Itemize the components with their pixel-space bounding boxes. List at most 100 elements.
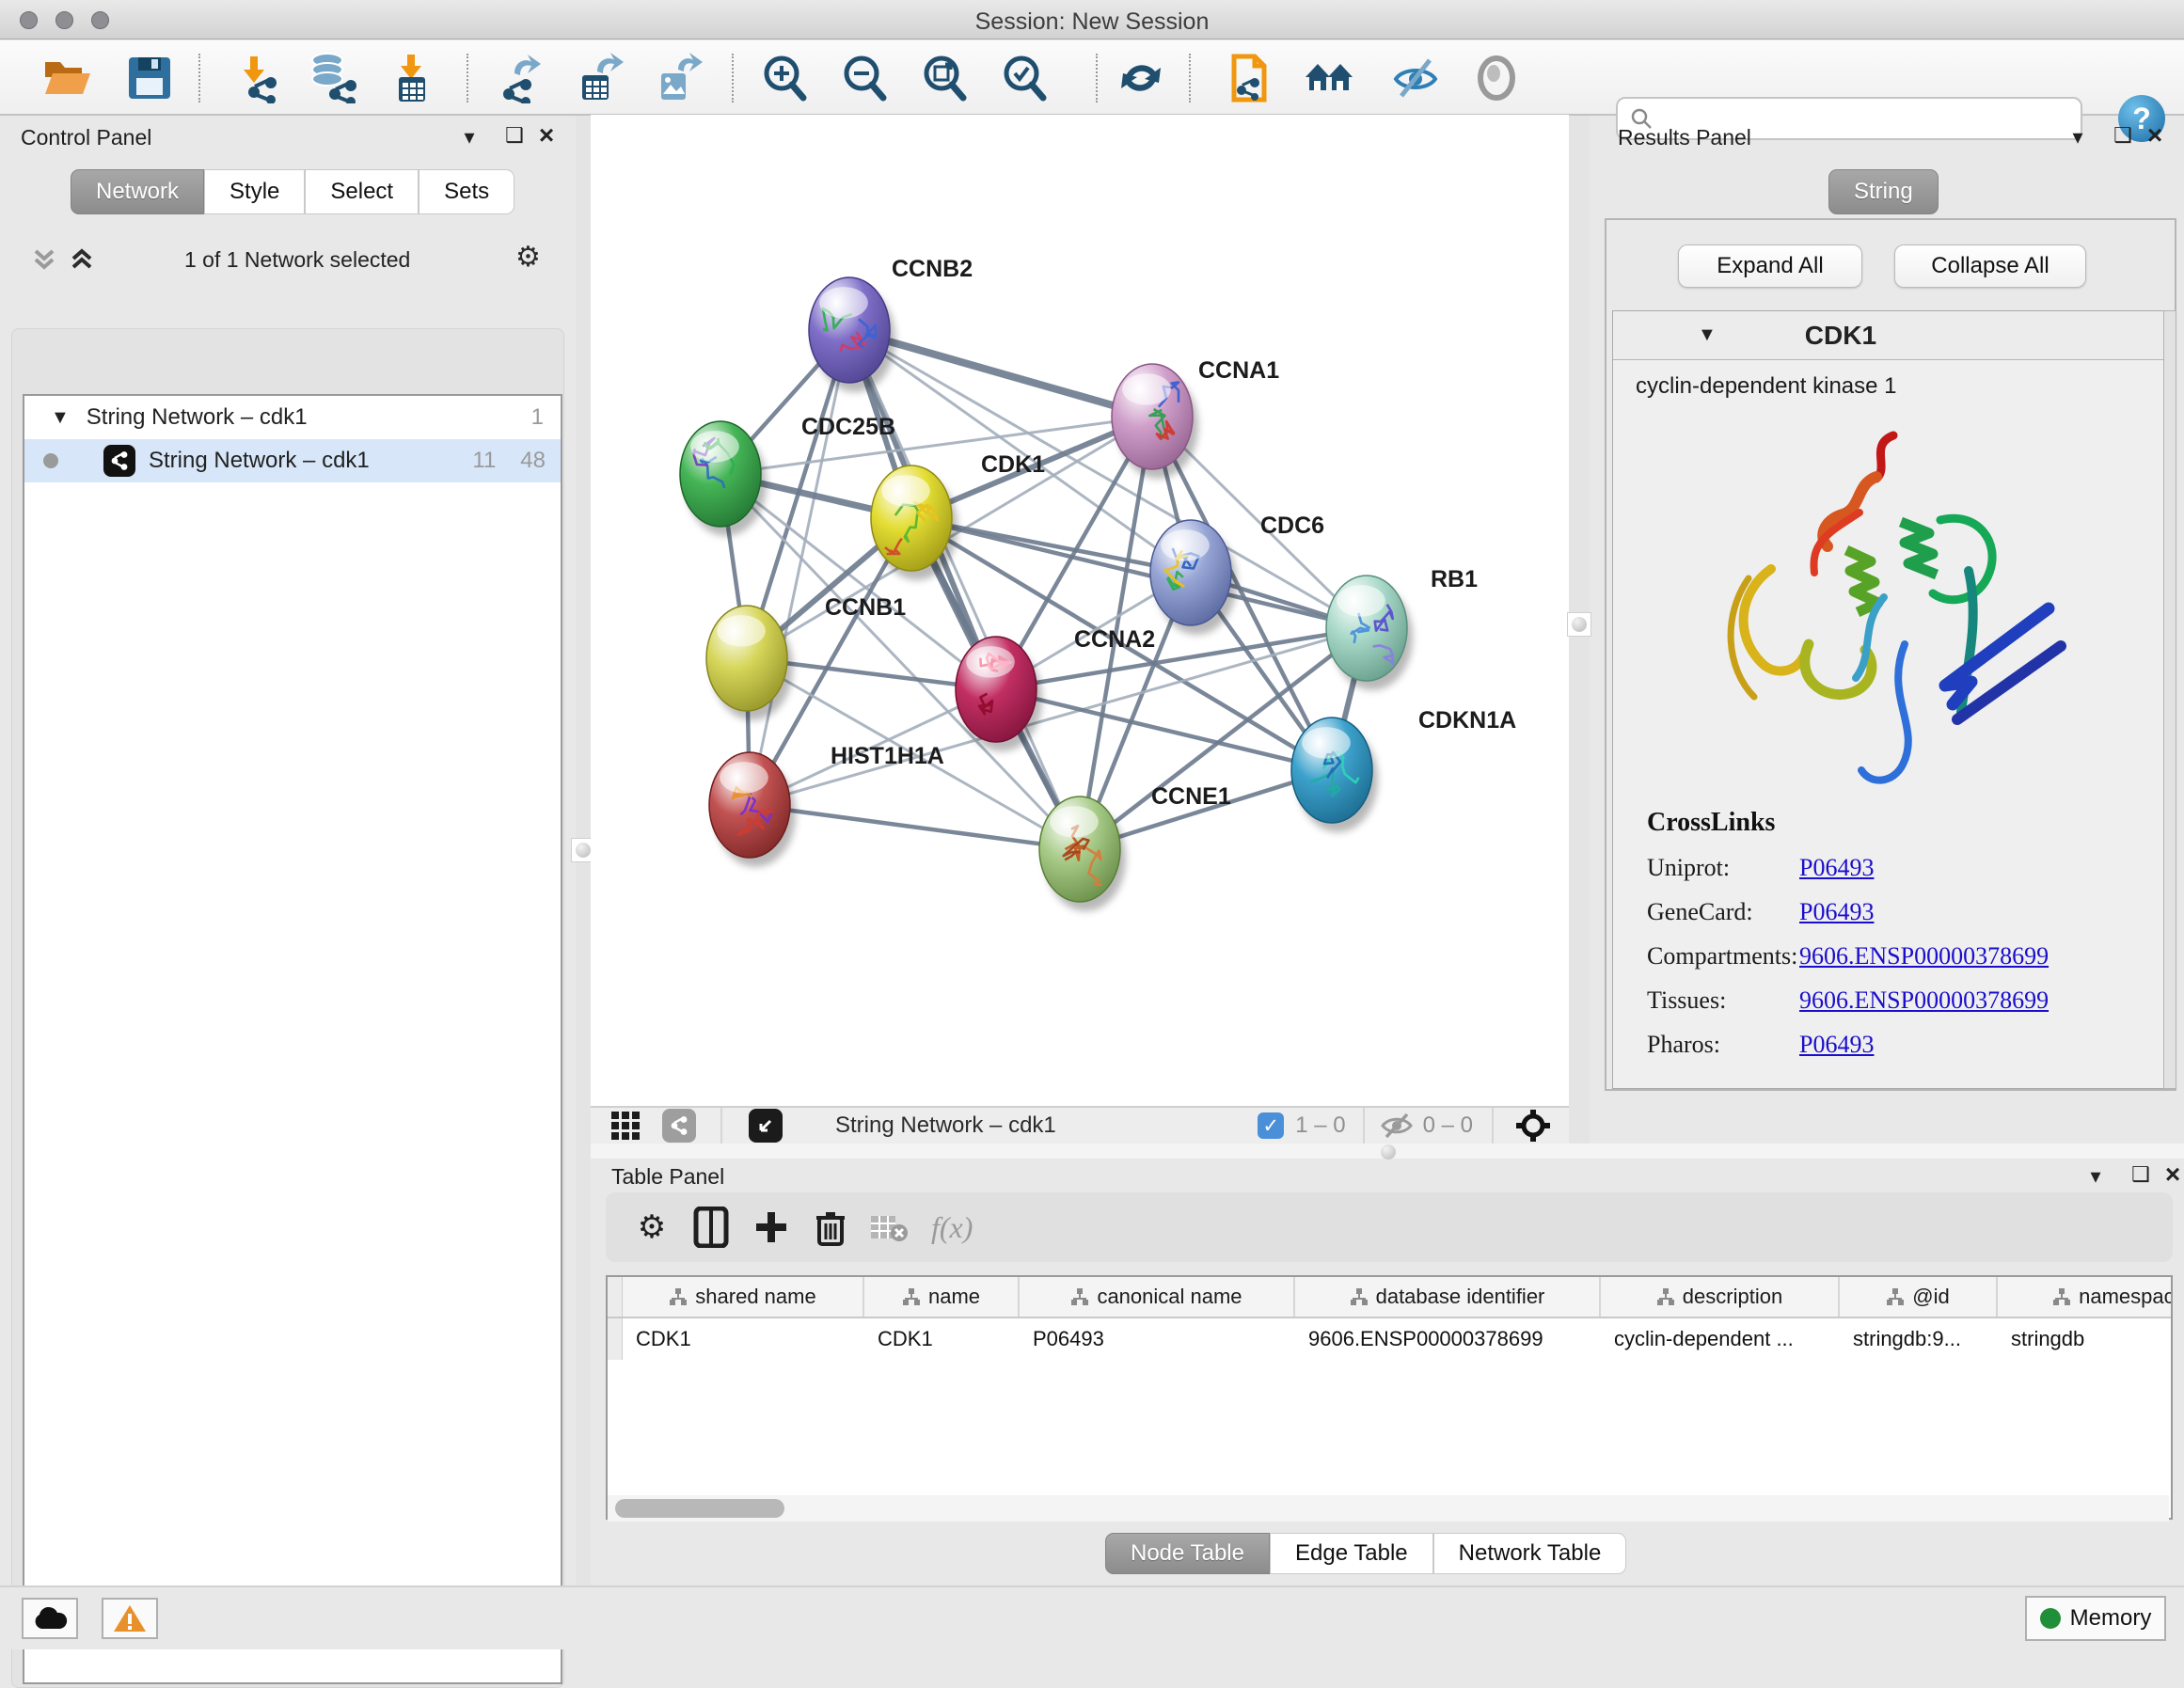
table-cell[interactable]: 9606.ENSP00000378699 [1295, 1318, 1601, 1360]
crosslink-value-link[interactable]: P06493 [1799, 854, 1874, 882]
table-cell[interactable]: stringdb [1998, 1318, 2173, 1360]
network-node-ccnb2[interactable]: CCNB2 [809, 256, 973, 392]
export-table-icon[interactable] [573, 51, 627, 105]
cloud-status-button[interactable] [22, 1598, 78, 1639]
column-header-database-identifier[interactable]: database identifier [1295, 1277, 1601, 1317]
share-view-icon[interactable] [662, 1109, 696, 1143]
crosslink-value-link[interactable]: P06493 [1799, 1031, 1874, 1059]
results-scrollbar[interactable] [2163, 310, 2176, 1089]
export-image-icon[interactable] [652, 51, 706, 105]
table-row[interactable]: CDK1CDK1P064939606.ENSP00000378699cyclin… [608, 1318, 2171, 1360]
table-settings-gear-icon[interactable]: ⚙ [623, 1208, 681, 1246]
table-cell[interactable]: P06493 [1020, 1318, 1295, 1360]
left-splitter[interactable] [576, 116, 591, 1585]
show-columns-icon[interactable] [692, 1207, 730, 1248]
table-cell[interactable]: CDK1 [623, 1318, 864, 1360]
table-panel-float-icon[interactable]: ❑ [2127, 1162, 2155, 1187]
tab-string[interactable]: String [1828, 169, 1939, 214]
table-hscrollbar-thumb[interactable] [615, 1499, 784, 1518]
import-network-file-icon[interactable] [228, 51, 282, 105]
gray-eye-icon[interactable] [1469, 51, 1524, 105]
collapse-all-button[interactable]: Collapse All [1894, 245, 2086, 288]
save-session-icon[interactable] [122, 51, 177, 105]
network-node-hist1h1a[interactable]: HIST1H1A [709, 743, 944, 867]
collapse-all-icon[interactable] [30, 245, 58, 274]
entry-collapse-icon[interactable]: ▼ [1698, 324, 1717, 346]
right-splitter[interactable] [1569, 116, 1590, 1144]
network-edge[interactable] [750, 805, 1080, 849]
table-panel-menu-icon[interactable]: ▾ [2081, 1164, 2110, 1189]
expand-all-button[interactable]: Expand All [1678, 245, 1862, 288]
network-canvas[interactable]: CCNB2CCNA1CDC25BCDK1CDC6RB1CCNB1CCNA2CDK… [591, 115, 1569, 1106]
memory-button[interactable]: Memory [2025, 1596, 2166, 1641]
results-panel-menu-icon[interactable]: ▾ [2064, 125, 2092, 150]
network-options-gear-icon[interactable]: ⚙ [515, 241, 541, 274]
node-table[interactable]: shared namenamecanonical namedatabase id… [606, 1275, 2173, 1520]
network-node-cdkn1a[interactable]: CDKN1A [1291, 707, 1516, 832]
column-header-shared-name[interactable]: shared name [623, 1277, 864, 1317]
network-row[interactable]: String Network – cdk1 11 48 [24, 439, 561, 482]
network-node-ccne1[interactable]: CCNE1 [1039, 783, 1231, 911]
first-neighbors-icon[interactable] [1221, 51, 1275, 105]
right-splitter-handle[interactable] [1567, 612, 1591, 637]
collection-expand-icon[interactable]: ▼ [51, 407, 70, 429]
open-file-icon[interactable] [40, 51, 94, 105]
control-panel-close-icon[interactable]: × [532, 120, 561, 150]
birds-eye-view-icon[interactable] [749, 1109, 783, 1143]
tab-sets[interactable]: Sets [419, 169, 514, 214]
tab-select[interactable]: Select [305, 169, 419, 214]
column-header-@id[interactable]: @id [1840, 1277, 1998, 1317]
tab-node-table[interactable]: Node Table [1105, 1533, 1270, 1574]
add-column-icon[interactable] [754, 1210, 788, 1244]
table-cell[interactable]: stringdb:9... [1840, 1318, 1998, 1360]
results-panel-float-icon[interactable]: ❑ [2109, 123, 2137, 148]
network-collection-row[interactable]: ▼ String Network – cdk1 1 [24, 396, 561, 439]
column-header-canonical-name[interactable]: canonical name [1020, 1277, 1295, 1317]
grid-view-icon[interactable] [611, 1112, 640, 1140]
expand-all-icon[interactable] [68, 245, 96, 274]
network-edge[interactable] [750, 330, 849, 805]
results-panel-close-icon[interactable]: × [2141, 120, 2169, 150]
refresh-icon[interactable] [1114, 51, 1168, 105]
column-header-namespace[interactable]: namespace [1998, 1277, 2173, 1317]
network-edge[interactable] [750, 628, 1367, 805]
network-node-rb1[interactable]: RB1 [1326, 566, 1478, 690]
hide-selected-icon[interactable] [1388, 51, 1443, 105]
tab-style[interactable]: Style [204, 169, 305, 214]
table-cell[interactable]: CDK1 [864, 1318, 1020, 1360]
crosslink-value-link[interactable]: P06493 [1799, 898, 1874, 926]
column-header-description[interactable]: description [1601, 1277, 1840, 1317]
control-panel-menu-icon[interactable]: ▾ [455, 125, 483, 150]
control-panel-float-icon[interactable]: ❑ [500, 123, 529, 148]
crosshair-icon[interactable] [1512, 1110, 1554, 1142]
warning-status-button[interactable] [102, 1598, 158, 1639]
network-node-cdc6[interactable]: CDC6 [1150, 513, 1324, 635]
horizontal-splitter-handle[interactable] [1381, 1144, 1396, 1160]
import-table-file-icon[interactable] [384, 51, 438, 105]
zoom-out-icon[interactable] [837, 51, 892, 105]
export-network-icon[interactable] [494, 51, 548, 105]
tab-edge-table[interactable]: Edge Table [1270, 1533, 1433, 1574]
delete-column-icon[interactable] [815, 1208, 847, 1246]
network-edges[interactable] [720, 330, 1367, 849]
column-header-name[interactable]: name [864, 1277, 1020, 1317]
entry-header[interactable]: ▼ CDK1 [1613, 311, 2168, 360]
hidden-eye-icon[interactable] [1380, 1112, 1414, 1140]
network-node-cdc25b[interactable]: CDC25B [680, 414, 895, 536]
tab-network-table[interactable]: Network Table [1433, 1533, 1627, 1574]
network-edge[interactable] [849, 330, 1080, 849]
table-panel-close-icon[interactable]: × [2159, 1160, 2184, 1190]
table-cell[interactable]: cyclin-dependent ... [1601, 1318, 1840, 1360]
function-builder-icon[interactable]: f(x) [931, 1210, 973, 1245]
import-network-database-icon[interactable] [305, 51, 359, 105]
crosslink-value-link[interactable]: 9606.ENSP00000378699 [1799, 986, 2049, 1015]
network-node-cdk1[interactable]: CDK1 [871, 451, 1045, 580]
crosslink-value-link[interactable]: 9606.ENSP00000378699 [1799, 942, 2049, 970]
zoom-selected-icon[interactable] [997, 51, 1052, 105]
zoom-fit-icon[interactable] [917, 51, 972, 105]
home-string-icon[interactable] [1302, 51, 1356, 105]
zoom-in-icon[interactable] [757, 51, 812, 105]
selected-checkbox-icon[interactable]: ✓ [1258, 1112, 1284, 1139]
tab-network[interactable]: Network [71, 169, 204, 214]
delete-table-icon[interactable] [869, 1212, 909, 1242]
